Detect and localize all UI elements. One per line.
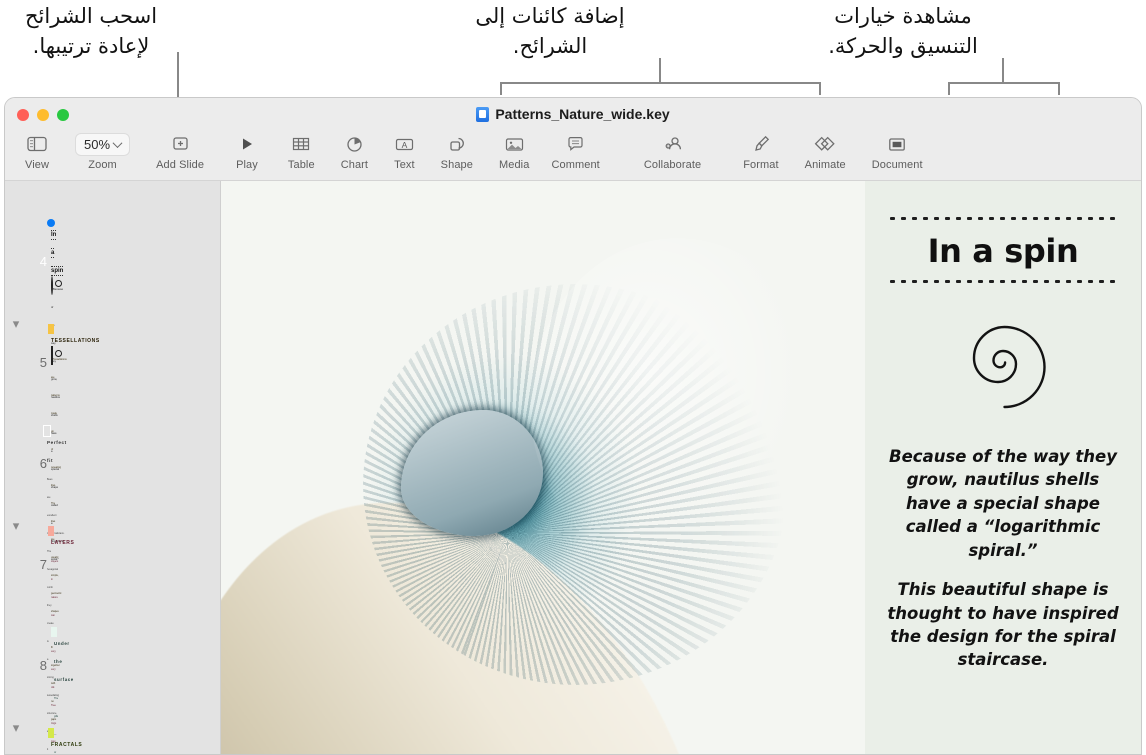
document-title-text: Patterns_Nature_wide.key	[495, 106, 670, 122]
toolbar-label-chart: Chart	[340, 159, 369, 171]
toolbar-button-document[interactable]: Document	[872, 128, 923, 171]
leader-bracket-format-animate	[948, 82, 1060, 84]
toolbar-label-media: Media	[498, 159, 530, 171]
window-titlebar: Patterns_Nature_wide.key View 50% Zoom A…	[5, 98, 1141, 181]
slide-title[interactable]: In a spin	[887, 220, 1119, 280]
toolbar-button-collaborate[interactable]: Collaborate	[644, 128, 701, 171]
slide-canvas[interactable]: In a spin Because of the way they grow, …	[221, 181, 1141, 754]
group-chevron-icon-7[interactable]: ▾	[5, 518, 27, 534]
slide-number-4: 4	[39, 254, 47, 269]
slide-number-7: 7	[39, 557, 47, 572]
toolbar-button-format[interactable]: Format	[743, 128, 779, 171]
slide-navigator[interactable]: 4 In a spin Because of the way they grow…	[5, 181, 221, 754]
toolbar-label-view: View	[25, 159, 50, 171]
group-chevron-icon-5[interactable]: ▾	[5, 316, 27, 332]
table-grid-icon	[292, 131, 310, 157]
toolbar-button-play[interactable]: Play	[236, 128, 258, 171]
toolbar-label-zoom: Zoom	[88, 159, 117, 171]
double-diamond-icon	[814, 131, 836, 157]
toolbar-button-media[interactable]: Media	[499, 128, 529, 171]
document-title-bar: Patterns_Nature_wide.key	[5, 106, 1141, 122]
slide-thumbnail-4[interactable]: 4 In a spin Because of the way they grow…	[5, 181, 220, 561]
plus-in-box-icon	[171, 131, 190, 157]
toolbar-label-text: Text	[394, 159, 415, 171]
toolbar-label-play: Play	[236, 159, 258, 171]
leader-bracket-right-add-objects	[819, 82, 821, 95]
toolbar-button-shape[interactable]: Shape	[441, 128, 473, 171]
slide-body-text[interactable]: Because of the way they grow, nautilus s…	[887, 445, 1119, 672]
keynote-document-icon	[476, 106, 490, 122]
slide-number-8: 8	[39, 658, 47, 673]
paintbrush-icon	[752, 131, 770, 157]
photo-icon	[505, 131, 524, 157]
slide-paragraph-1: Because of the way they grow, nautilus s…	[889, 447, 1117, 560]
person-add-icon	[663, 131, 683, 157]
toolbar-button-view[interactable]: View	[25, 128, 49, 171]
toolbar-zoom-control[interactable]: 50% Zoom	[75, 128, 131, 171]
callout-drag-slides: اسحب الشرائح لإعادة ترتيبها.	[24, 4, 158, 58]
nautilus-shell-photo[interactable]	[221, 181, 865, 754]
sidebar-panel-icon	[27, 131, 47, 157]
svg-text:A: A	[402, 140, 408, 150]
toolbar-button-add-slide[interactable]: Add Slide	[156, 128, 204, 171]
slide-number-6: 6	[39, 456, 47, 471]
toolbar-label-collaborate: Collaborate	[643, 159, 702, 171]
overlapping-shapes-icon	[448, 131, 466, 157]
logarithmic-spiral-icon	[955, 319, 1051, 415]
keynote-window: Patterns_Nature_wide.key View 50% Zoom A…	[4, 97, 1142, 755]
slide-paragraph-2: This beautiful shape is thought to have …	[887, 580, 1119, 670]
slide-thumbnail-9[interactable]: ▾ 9 FRACTALS Fractal patterns repeat at …	[5, 678, 220, 754]
toolbar-label-shape: Shape	[440, 159, 473, 171]
toolbar-button-chart[interactable]: Chart	[341, 128, 368, 171]
window-body: 4 In a spin Because of the way they grow…	[5, 181, 1141, 754]
toolbar-label-add-slide: Add Slide	[156, 159, 205, 171]
zoom-value: 50%	[84, 136, 111, 152]
slide-number-5: 5	[39, 355, 47, 370]
toolbar-label-table: Table	[287, 159, 315, 171]
speech-bubble-icon	[567, 131, 584, 157]
dotted-rule-bottom	[887, 280, 1119, 283]
toolbar-button-comment[interactable]: Comment	[551, 128, 600, 171]
toolbar-label-comment: Comment	[551, 159, 600, 171]
slide-thumbnail-6[interactable]: 6 Perfect fit Bees are excellent mathema…	[5, 375, 220, 751]
document-box-icon	[888, 131, 906, 157]
pie-chart-icon	[346, 131, 363, 157]
toolbar-button-table[interactable]: Table	[288, 128, 315, 171]
slide-thumbnail-7[interactable]: ▾ 7 LAYERS Layers in nature can be very,…	[5, 476, 220, 743]
current-slide: In a spin Because of the way they grow, …	[221, 181, 1141, 754]
leader-bracket-left-format-animate	[948, 82, 950, 95]
play-triangle-icon	[239, 131, 255, 157]
leader-stem-add-objects	[659, 58, 661, 84]
text-a-box-icon: A	[395, 131, 414, 157]
slide-thumbnail-8[interactable]: 8 Under the surface The gills — or lamel…	[5, 577, 220, 754]
leader-bracket-right-format-animate	[1058, 82, 1060, 95]
zoom-select[interactable]: 50%	[75, 132, 131, 156]
slide-text-column: In a spin Because of the way they grow, …	[865, 181, 1141, 754]
chevron-down-icon	[112, 137, 123, 148]
group-chevron-icon-9[interactable]: ▾	[5, 720, 27, 736]
callout-add-objects: إضافة كائنات إلى الشرائح.	[475, 4, 625, 58]
toolbar-button-animate[interactable]: Animate	[805, 128, 846, 171]
callout-format-animate: مشاهدة خيارات التنسيق والحركة.	[828, 4, 978, 58]
toolbar-label-document: Document	[871, 159, 923, 171]
toolbar: View 50% Zoom Add Slide Play Table Chart…	[5, 128, 1141, 180]
leader-bracket-add-objects	[500, 82, 821, 84]
slide-thumbnail-5[interactable]: ▾ 5 TESSELLATIONS Tessellations are patt…	[5, 274, 220, 739]
leader-bracket-left-add-objects	[500, 82, 502, 95]
toolbar-button-text[interactable]: A Text	[394, 128, 415, 171]
toolbar-label-animate: Animate	[804, 159, 846, 171]
leader-stem-format-animate	[1002, 58, 1004, 84]
toolbar-label-format: Format	[743, 159, 779, 171]
